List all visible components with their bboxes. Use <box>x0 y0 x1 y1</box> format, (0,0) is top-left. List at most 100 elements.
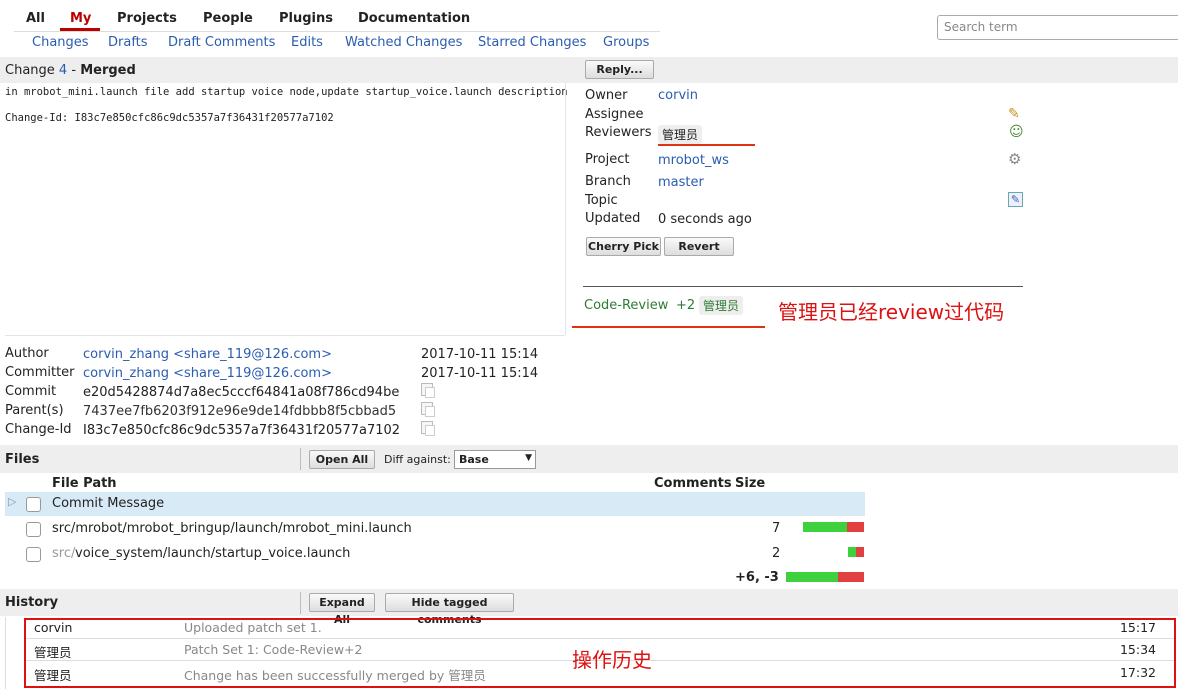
col-size: Size <box>735 476 766 491</box>
cherry-pick-button[interactable]: Cherry Pick <box>586 237 661 256</box>
expand-all-button[interactable]: Expand All <box>309 593 375 626</box>
tab-plugins[interactable]: Plugins <box>279 11 333 26</box>
copy-commit-icon[interactable] <box>421 383 435 398</box>
removed-bar <box>847 522 864 532</box>
project-link[interactable]: mrobot_ws <box>658 153 729 168</box>
author-date: 2017-10-11 15:14 <box>421 347 539 362</box>
updated-label: Updated <box>585 211 641 226</box>
added-bar <box>848 547 856 557</box>
change-title: Change 4 - Merged <box>5 63 136 78</box>
owner-link[interactable]: corvin <box>658 88 698 103</box>
hide-tagged-comments-button[interactable]: Hide tagged comments <box>385 593 514 626</box>
files-title: Files <box>5 452 40 467</box>
reviewer-annotation-underline <box>658 144 755 146</box>
review-annotation-underline <box>572 326 765 328</box>
branch-label: Branch <box>585 174 631 189</box>
expand-arrow-icon[interactable]: ▷ <box>8 495 16 508</box>
file-path-prefix: src/ <box>52 546 76 561</box>
tab-all[interactable]: All <box>26 11 45 26</box>
reviewers-label: Reviewers <box>585 125 652 140</box>
file-checkbox[interactable] <box>26 547 41 562</box>
file-path[interactable]: voice_system/launch/startup_voice.launch <box>75 546 350 561</box>
chevron-down-icon: ▼ <box>525 453 532 463</box>
parent-label: Parent(s) <box>5 403 64 418</box>
branch-link[interactable]: master <box>658 175 704 190</box>
tab-projects[interactable]: Projects <box>117 11 177 26</box>
diff-against-value: Base <box>459 453 489 466</box>
file-checkbox[interactable] <box>26 497 41 512</box>
reviewer-chip[interactable]: 管理员 <box>658 125 703 144</box>
files-header-bar <box>0 445 1178 473</box>
file-checkbox[interactable] <box>26 522 41 537</box>
subnav-starred-changes[interactable]: Starred Changes <box>478 35 586 50</box>
col-comments: Comments <box>654 476 732 491</box>
topic-label: Topic <box>585 193 618 208</box>
commit-message-line1: in mrobot_mini.launch file add startup v… <box>5 86 568 98</box>
owner-label: Owner <box>585 88 628 103</box>
change-title-separator: - <box>71 63 77 78</box>
added-bar <box>803 522 847 532</box>
copy-parent-icon[interactable] <box>421 402 435 417</box>
history-bar-divider <box>300 592 301 614</box>
top-nav: All My Projects People Plugins Documenta… <box>0 0 660 32</box>
reply-button[interactable]: Reply... <box>585 60 654 79</box>
assignee-label: Assignee <box>585 107 644 122</box>
author-link[interactable]: corvin_zhang <share_119@126.com> <box>83 347 332 362</box>
file-path[interactable]: src/mrobot/mrobot_bringup/launch/mrobot_… <box>52 521 412 536</box>
file-path[interactable]: Commit Message <box>52 496 164 511</box>
tab-my[interactable]: My <box>70 11 91 26</box>
nav-divider <box>14 31 660 32</box>
committer-link[interactable]: corvin_zhang <share_119@126.com> <box>83 366 332 381</box>
subnav-edits[interactable]: Edits <box>291 35 323 50</box>
change-status: Merged <box>80 63 136 78</box>
commit-hash: e20d5428874d7a8ec5cccf64841a08f786cd94be <box>83 385 400 400</box>
total-removed-bar <box>838 572 864 582</box>
files-bar-divider <box>300 448 301 470</box>
col-file-path: File Path <box>52 476 117 491</box>
updated-value: 0 seconds ago <box>658 212 752 227</box>
committer-label: Committer <box>5 365 75 380</box>
search-input[interactable]: Search term <box>937 15 1178 40</box>
files-total: +6, -3 <box>735 570 779 585</box>
review-divider <box>583 286 1023 287</box>
add-reviewer-icon[interactable]: ☺ <box>1009 124 1024 140</box>
file-size: 7 <box>772 521 781 536</box>
subnav-draft-comments[interactable]: Draft Comments <box>168 35 275 50</box>
code-review-label: Code-Review <box>584 298 669 313</box>
history-title: History <box>5 595 59 610</box>
subnav-drafts[interactable]: Drafts <box>108 35 148 50</box>
committer-date: 2017-10-11 15:14 <box>421 366 539 381</box>
revert-button[interactable]: Revert <box>664 237 734 256</box>
subnav-watched-changes[interactable]: Watched Changes <box>345 35 462 50</box>
tab-documentation[interactable]: Documentation <box>358 11 470 26</box>
subnav-groups[interactable]: Groups <box>603 35 649 50</box>
code-review-score: +2 <box>676 298 696 313</box>
open-all-button[interactable]: Open All <box>309 450 375 469</box>
file-size: 2 <box>772 546 781 561</box>
message-divider <box>565 83 566 335</box>
project-label: Project <box>585 152 630 167</box>
edit-assignee-icon[interactable]: ✎ <box>1008 106 1020 122</box>
history-annotation-text: 操作历史 <box>572 648 652 672</box>
author-label: Author <box>5 346 49 361</box>
review-annotation-text: 管理员已经review过代码 <box>778 300 1005 324</box>
changeid-value: I83c7e850cfc86c9dc5357a7f36431f20577a710… <box>83 423 401 438</box>
change-number-link[interactable]: 4 <box>59 63 67 78</box>
total-added-bar <box>786 572 838 582</box>
code-review-user: 管理员 <box>699 296 744 315</box>
gear-icon[interactable]: ⚙ <box>1008 150 1021 168</box>
message-bottom-divider <box>5 335 565 336</box>
removed-bar <box>856 547 864 557</box>
changeid-label: Change-Id <box>5 422 72 437</box>
diff-against-label: Diff against: <box>384 453 451 466</box>
parent-hash[interactable]: 7437ee7fb6203f912e96e9de14fdbbb8f5cbbad5 <box>83 404 396 419</box>
diff-against-select[interactable]: Base ▼ <box>454 450 536 469</box>
commit-label: Commit <box>5 384 57 399</box>
copy-changeid-icon[interactable] <box>421 421 435 436</box>
change-title-prefix: Change <box>5 63 55 78</box>
subnav-changes[interactable]: Changes <box>32 35 89 50</box>
history-left-border <box>5 617 6 689</box>
edit-topic-icon[interactable]: ✎ <box>1008 192 1023 207</box>
history-header-bar <box>0 589 1178 616</box>
tab-people[interactable]: People <box>203 11 253 26</box>
